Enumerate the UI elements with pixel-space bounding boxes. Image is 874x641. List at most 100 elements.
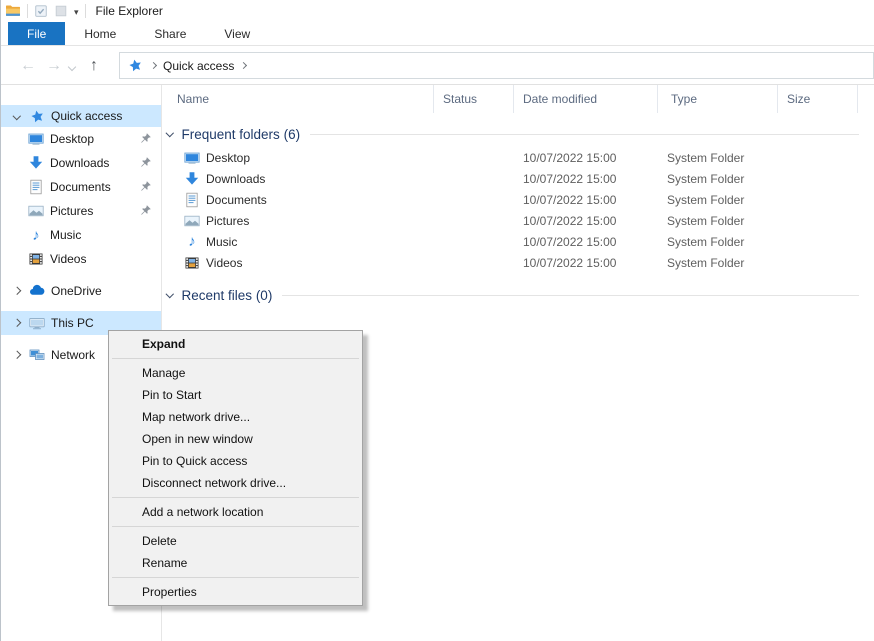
file-date-modified: 10/07/2022 15:00 <box>514 214 658 228</box>
sidebar-item-label: This PC <box>51 316 94 330</box>
pin-icon <box>140 132 152 147</box>
breadcrumb-chevron-icon[interactable] <box>240 62 247 69</box>
title-bar: ▾ File Explorer <box>1 0 874 22</box>
group-count: (6) <box>284 127 301 142</box>
group-count: (0) <box>256 288 273 303</box>
desktop-icon <box>28 131 44 147</box>
file-type: System Folder <box>658 256 778 270</box>
up-icon[interactable]: ↑ <box>81 58 107 74</box>
column-header-name[interactable]: Name <box>163 85 434 113</box>
menu-item-pin-to-start[interactable]: Pin to Start <box>109 384 362 406</box>
sidebar-item-label: Documents <box>50 180 111 194</box>
tab-view[interactable]: View <box>205 22 269 45</box>
column-header-label: Name <box>177 92 209 106</box>
group-header-recent-files[interactable]: Recent files (0) <box>165 286 874 304</box>
documents-icon <box>28 179 44 195</box>
file-row-documents[interactable]: Documents 10/07/2022 15:00 System Folder <box>163 189 874 210</box>
sidebar-item-videos[interactable]: Videos <box>1 247 161 271</box>
file-row-downloads[interactable]: Downloads 10/07/2022 15:00 System Folder <box>163 168 874 189</box>
column-headers: Name Status Date modified Type Size <box>163 85 874 113</box>
file-type: System Folder <box>658 235 778 249</box>
file-row-videos[interactable]: Videos 10/07/2022 15:00 System Folder <box>163 252 874 273</box>
file-type: System Folder <box>658 172 778 186</box>
address-bar[interactable]: Quick access <box>119 52 874 79</box>
titlebar-separator <box>27 4 28 18</box>
file-name: Downloads <box>206 172 265 186</box>
file-date-modified: 10/07/2022 15:00 <box>514 193 658 207</box>
new-folder-quick-access-icon[interactable] <box>54 4 68 18</box>
group-header-frequent-folders[interactable]: Frequent folders (6) <box>165 125 874 143</box>
menu-item-rename[interactable]: Rename <box>109 552 362 574</box>
properties-quick-access-icon[interactable] <box>34 4 48 18</box>
customize-toolbar-caret-icon[interactable]: ▾ <box>74 8 79 17</box>
column-header-label: Date modified <box>523 92 597 106</box>
sidebar-item-music[interactable]: ♪ Music <box>1 223 161 247</box>
recent-locations-chevron-icon[interactable] <box>69 59 75 73</box>
menu-item-map-network-drive[interactable]: Map network drive... <box>109 406 362 428</box>
chevron-right-icon[interactable] <box>10 288 23 294</box>
context-menu: Expand Manage Pin to Start Map network d… <box>108 330 363 606</box>
file-name: Music <box>206 235 237 249</box>
onedrive-cloud-icon <box>29 283 45 299</box>
chevron-right-icon[interactable] <box>10 352 23 358</box>
menu-separator <box>112 497 359 498</box>
breadcrumb-quick-access[interactable]: Quick access <box>163 59 234 73</box>
downloads-icon <box>28 155 44 171</box>
column-header-size[interactable]: Size <box>778 85 858 113</box>
tab-home-label: Home <box>84 27 116 41</box>
sidebar-item-documents[interactable]: Documents <box>1 175 161 199</box>
tab-file[interactable]: File <box>8 22 65 45</box>
menu-item-pin-to-quick-access[interactable]: Pin to Quick access <box>109 450 362 472</box>
downloads-icon <box>184 171 200 187</box>
menu-item-open-in-new-window[interactable]: Open in new window <box>109 428 362 450</box>
sidebar-item-downloads[interactable]: Downloads <box>1 151 161 175</box>
menu-item-delete[interactable]: Delete <box>109 530 362 552</box>
sidebar-item-label: Desktop <box>50 132 94 146</box>
column-header-label: Type <box>671 92 697 106</box>
chevron-right-icon[interactable] <box>10 320 23 326</box>
file-type: System Folder <box>658 151 778 165</box>
menu-item-expand[interactable]: Expand <box>109 333 362 355</box>
file-date-modified: 10/07/2022 15:00 <box>514 256 658 270</box>
column-header-date-modified[interactable]: Date modified <box>514 85 658 113</box>
menu-item-manage[interactable]: Manage <box>109 362 362 384</box>
file-row-music[interactable]: ♪Music 10/07/2022 15:00 System Folder <box>163 231 874 252</box>
column-header-status[interactable]: Status <box>434 85 514 113</box>
sidebar-item-onedrive[interactable]: OneDrive <box>1 279 161 303</box>
chevron-down-icon[interactable] <box>10 113 23 119</box>
ribbon-tab-bar: File Home Share View <box>1 22 874 46</box>
sidebar-item-label: OneDrive <box>51 284 102 298</box>
file-row-pictures[interactable]: Pictures 10/07/2022 15:00 System Folder <box>163 210 874 231</box>
file-row-desktop[interactable]: Desktop 10/07/2022 15:00 System Folder <box>163 147 874 168</box>
file-name: Desktop <box>206 151 250 165</box>
tab-file-label: File <box>27 27 46 41</box>
pictures-icon <box>184 213 200 229</box>
chevron-down-icon[interactable] <box>166 290 174 298</box>
file-explorer-window: ▾ File Explorer File Home Share View ← →… <box>0 0 874 641</box>
pin-icon <box>140 180 152 195</box>
menu-item-disconnect-network-drive[interactable]: Disconnect network drive... <box>109 472 362 494</box>
videos-icon <box>28 251 44 267</box>
quick-access-star-icon[interactable] <box>128 58 144 74</box>
sidebar-item-desktop[interactable]: Desktop <box>1 127 161 151</box>
back-icon[interactable]: ← <box>15 58 41 74</box>
sidebar-item-pictures[interactable]: Pictures <box>1 199 161 223</box>
column-header-type[interactable]: Type <box>658 85 778 113</box>
file-type: System Folder <box>658 214 778 228</box>
tab-share[interactable]: Share <box>135 22 205 45</box>
pin-icon <box>140 156 152 171</box>
forward-icon[interactable]: → <box>41 58 67 74</box>
sidebar-item-quick-access[interactable]: Quick access <box>1 105 161 127</box>
sidebar-item-label: Music <box>50 228 81 242</box>
menu-item-add-a-network-location[interactable]: Add a network location <box>109 501 362 523</box>
menu-item-properties[interactable]: Properties <box>109 581 362 603</box>
tab-home[interactable]: Home <box>65 22 135 45</box>
computer-icon <box>29 315 45 331</box>
pin-icon <box>140 204 152 219</box>
breadcrumb-chevron-icon[interactable] <box>150 62 157 69</box>
chevron-down-icon[interactable] <box>166 129 174 137</box>
sidebar-item-label: Network <box>51 348 95 362</box>
window-title: File Explorer <box>96 4 163 18</box>
menu-separator <box>112 526 359 527</box>
desktop-icon <box>184 150 200 166</box>
